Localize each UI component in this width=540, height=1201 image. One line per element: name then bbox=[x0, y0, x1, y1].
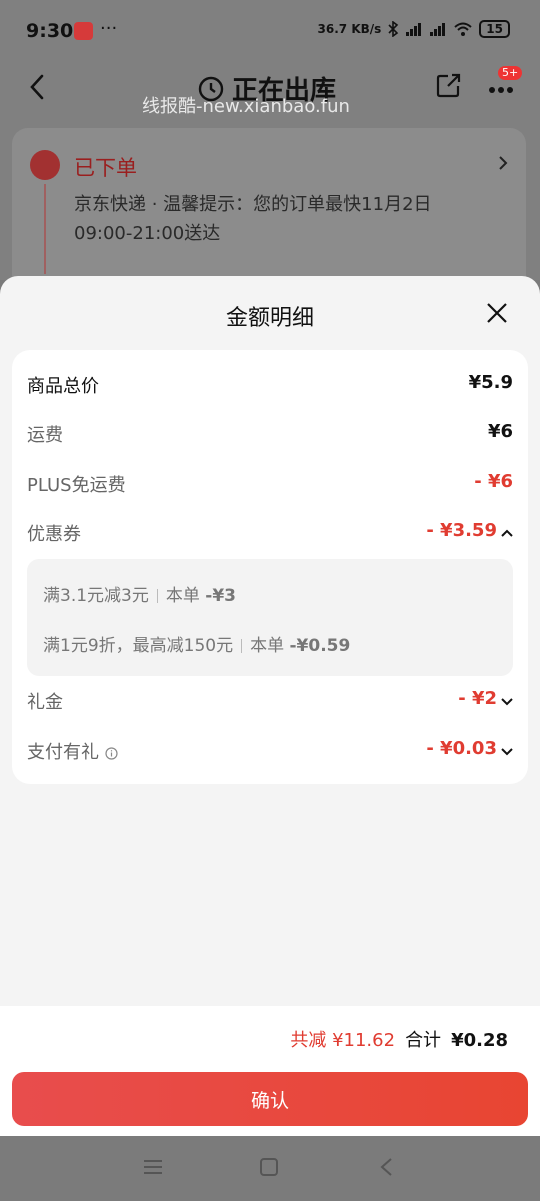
chevron-up-icon[interactable] bbox=[501, 528, 513, 538]
signal-icon bbox=[406, 23, 422, 36]
total-amount: ¥0.28 bbox=[451, 1030, 508, 1051]
separator bbox=[156, 589, 158, 603]
back-arrow-icon[interactable] bbox=[26, 72, 48, 102]
home-icon[interactable] bbox=[259, 1158, 279, 1176]
network-speed: 36.7 KB/s bbox=[317, 22, 382, 36]
row-value: - ¥3.59 bbox=[426, 520, 497, 541]
row-label: 运费 bbox=[27, 425, 63, 446]
status-time: 9:30 bbox=[26, 20, 74, 42]
sheet-title: 金额明细 bbox=[225, 306, 314, 331]
order-icon bbox=[30, 150, 60, 180]
coupon-note: 本单 bbox=[165, 586, 200, 606]
chevron-right-icon bbox=[499, 156, 508, 170]
price-summary: 共减 ¥11.62 合计 ¥0.28 bbox=[290, 1026, 508, 1052]
timeline-line bbox=[44, 184, 46, 274]
row-coupon[interactable]: 优惠券 - ¥3.59 bbox=[27, 520, 513, 548]
row-gift-money[interactable]: 礼金 - ¥2 bbox=[27, 688, 513, 716]
order-description: 京东快递 · 温馨提示：您的订单最快11月2日09:00-21:00送达 bbox=[74, 194, 432, 244]
row-goods-total: 商品总价 ¥5.9 bbox=[27, 372, 513, 400]
watermark: 线报酷-new.xianbao.fun bbox=[142, 96, 350, 117]
signal-icon-2 bbox=[430, 23, 446, 36]
app-notification-icon bbox=[74, 22, 93, 40]
row-label: 商品总价 bbox=[27, 376, 99, 397]
status-indicators: 36.7 KB/s 15 bbox=[318, 20, 510, 38]
checkout-footer: 共减 ¥11.62 合计 ¥0.28 确认 bbox=[0, 1006, 540, 1136]
battery-icon: 15 bbox=[479, 20, 510, 38]
bluetooth-icon bbox=[388, 21, 399, 37]
row-label-text: 支付有礼 bbox=[27, 742, 99, 763]
row-label: 优惠券 bbox=[27, 524, 81, 545]
share-icon[interactable] bbox=[436, 72, 462, 98]
close-icon[interactable] bbox=[486, 302, 508, 324]
coupon-item: 满3.1元减3元 本单 -¥3 bbox=[43, 581, 236, 606]
coupon-name: 满3.1元减3元 bbox=[43, 586, 149, 606]
chevron-down-icon[interactable] bbox=[501, 747, 513, 757]
confirm-button[interactable]: 确认 bbox=[12, 1072, 528, 1126]
row-value: - ¥6 bbox=[474, 471, 513, 492]
chevron-down-icon[interactable] bbox=[501, 697, 513, 707]
back-icon[interactable] bbox=[378, 1158, 396, 1176]
status-bar: 9:30 ··· 36.7 KB/s 15 bbox=[0, 0, 540, 64]
coupon-amount: -¥3 bbox=[205, 586, 236, 606]
row-label: PLUS免运费 bbox=[27, 475, 126, 496]
row-shipping: 运费 ¥6 bbox=[27, 421, 513, 449]
row-label: 礼金 bbox=[27, 692, 63, 713]
row-plus-free-shipping: PLUS免运费 - ¥6 bbox=[27, 471, 513, 499]
coupon-detail-box: 满3.1元减3元 本单 -¥3 满1元9折，最高减150元 本单 -¥0.59 bbox=[27, 559, 513, 676]
coupon-name: 满1元9折，最高减150元 bbox=[43, 636, 234, 656]
row-value: - ¥2 bbox=[458, 688, 497, 709]
system-nav-bar bbox=[0, 1136, 540, 1201]
row-value: ¥5.9 bbox=[468, 372, 513, 393]
row-label: 支付有礼 bbox=[27, 738, 118, 764]
status-more: ··· bbox=[100, 18, 118, 39]
row-payment-gift[interactable]: 支付有礼 - ¥0.03 bbox=[27, 738, 513, 766]
total-label: 合计 bbox=[405, 1030, 442, 1051]
coupon-amount: -¥0.59 bbox=[289, 636, 351, 656]
separator bbox=[241, 639, 243, 653]
info-icon[interactable] bbox=[105, 746, 118, 760]
row-value: ¥6 bbox=[487, 421, 513, 442]
wifi-icon bbox=[454, 22, 472, 36]
coupon-item: 满1元9折，最高减150元 本单 -¥0.59 bbox=[43, 631, 350, 656]
total-reduce: 共减 ¥11.62 bbox=[290, 1030, 396, 1051]
message-badge: 5+ bbox=[498, 66, 523, 80]
menu-icon[interactable] bbox=[143, 1158, 163, 1176]
order-status: 已下单 bbox=[74, 156, 137, 180]
row-value: - ¥0.03 bbox=[426, 738, 497, 759]
coupon-note: 本单 bbox=[250, 636, 285, 656]
amount-detail-card: 商品总价 ¥5.9 运费 ¥6 PLUS免运费 - ¥6 优惠券 - ¥3.59… bbox=[12, 350, 528, 784]
